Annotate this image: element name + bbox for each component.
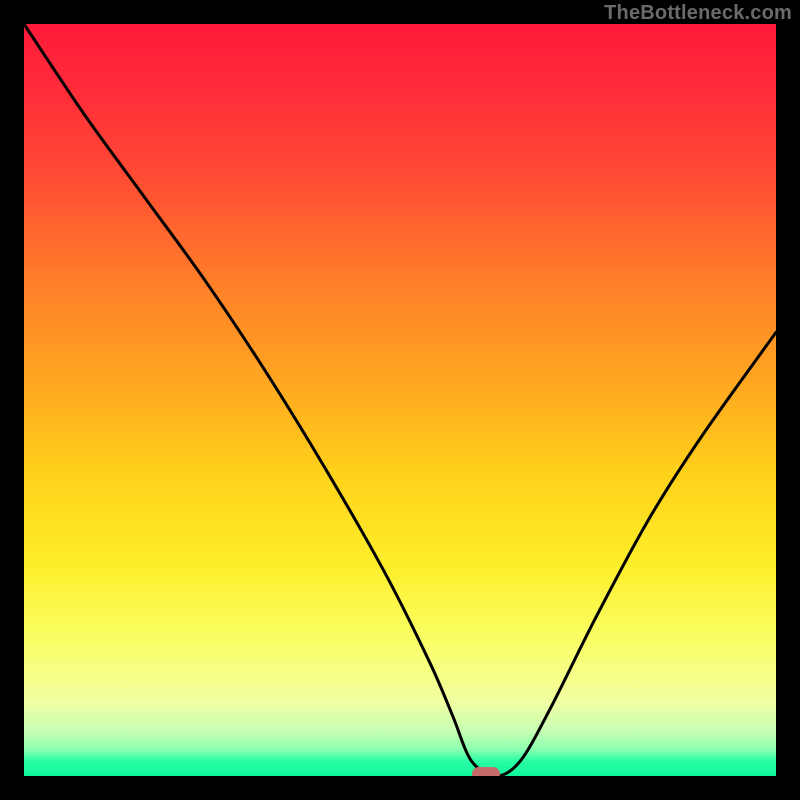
watermark-text: TheBottleneck.com [604,2,792,25]
chart-frame: TheBottleneck.com [0,0,800,800]
bottleneck-curve [24,24,776,776]
plot-area [24,24,776,776]
curve-path [24,24,776,776]
minimum-marker [472,767,500,776]
